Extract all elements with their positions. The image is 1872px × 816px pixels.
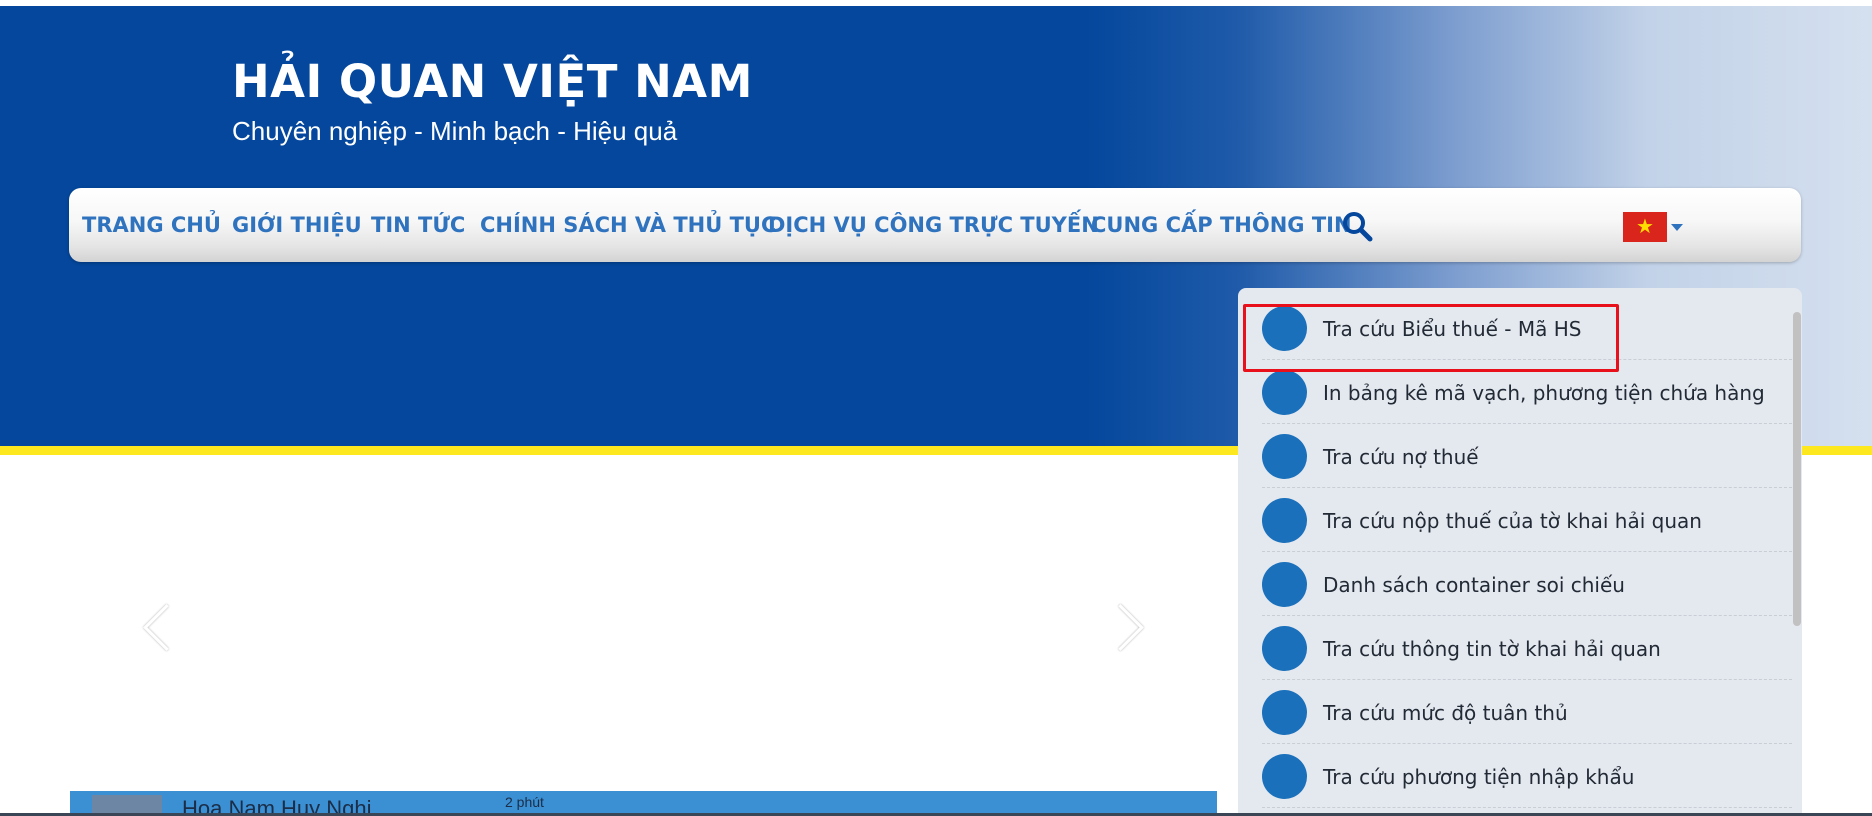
carousel-prev-arrow[interactable] [143, 604, 190, 651]
quick-link-tax-debt[interactable]: Tra cứu nợ thuế [1262, 424, 1792, 488]
quick-link-label: Tra cứu mức độ tuân thủ [1323, 701, 1568, 725]
bullet-icon [1262, 434, 1307, 479]
language-selector[interactable]: ★ [1623, 212, 1687, 242]
quick-link-compliance[interactable]: Tra cứu mức độ tuân thủ [1262, 680, 1792, 744]
quick-link-label: Tra cứu phương tiện nhập khẩu [1323, 765, 1635, 789]
nav-item-information[interactable]: CUNG CẤP THÔNG TIN [1091, 212, 1352, 238]
nav-item-online-services[interactable]: DỊCH VỤ CÔNG TRỰC TUYẾN [768, 212, 1099, 238]
nav-item-home[interactable]: TRANG CHỦ [82, 212, 221, 238]
main-navigation: TRANG CHỦ GIỚI THIỆU TIN TỨC CHÍNH SÁCH … [69, 188, 1801, 262]
carousel-next-arrow[interactable] [1097, 604, 1144, 651]
quick-link-label: Tra cứu nợ thuế [1323, 445, 1479, 469]
quick-link-label: Danh sách container soi chiếu [1323, 573, 1625, 597]
nav-item-about[interactable]: GIỚI THIỆU [232, 212, 362, 238]
site-slogan: Chuyên nghiệp - Minh bạch - Hiệu quả [232, 116, 678, 146]
chevron-down-icon [1671, 224, 1683, 231]
quick-link-tax-payment[interactable]: Tra cứu nộp thuế của tờ khai hải quan [1262, 488, 1792, 552]
quick-link-container-scan[interactable]: Danh sách container soi chiếu [1262, 552, 1792, 616]
bullet-icon [1262, 562, 1307, 607]
bullet-icon [1262, 370, 1307, 415]
quick-link-label: Tra cứu thông tin tờ khai hải quan [1323, 637, 1661, 661]
highlight-box [1243, 304, 1619, 372]
panel-scrollbar[interactable] [1793, 312, 1801, 626]
site-title: HẢI QUAN VIỆT NAM [232, 55, 753, 108]
nav-item-news[interactable]: TIN TỨC [371, 212, 465, 238]
bullet-icon [1262, 690, 1307, 735]
search-icon[interactable] [1341, 210, 1373, 242]
bullet-icon [1262, 754, 1307, 799]
quick-link-declaration-info[interactable]: Tra cứu thông tin tờ khai hải quan [1262, 616, 1792, 680]
vietnam-flag-icon: ★ [1623, 212, 1667, 242]
quick-link-label: Tra cứu nộp thuế của tờ khai hải quan [1323, 509, 1702, 533]
nav-item-policies[interactable]: CHÍNH SÁCH VÀ THỦ TỤC [480, 212, 776, 238]
bullet-icon [1262, 498, 1307, 543]
quick-link-import-vehicle[interactable]: Tra cứu phương tiện nhập khẩu [1262, 744, 1792, 808]
quick-link-label: In bảng kê mã vạch, phương tiện chứa hàn… [1323, 381, 1765, 405]
bullet-icon [1262, 626, 1307, 671]
news-time: 2 phút [505, 794, 544, 810]
